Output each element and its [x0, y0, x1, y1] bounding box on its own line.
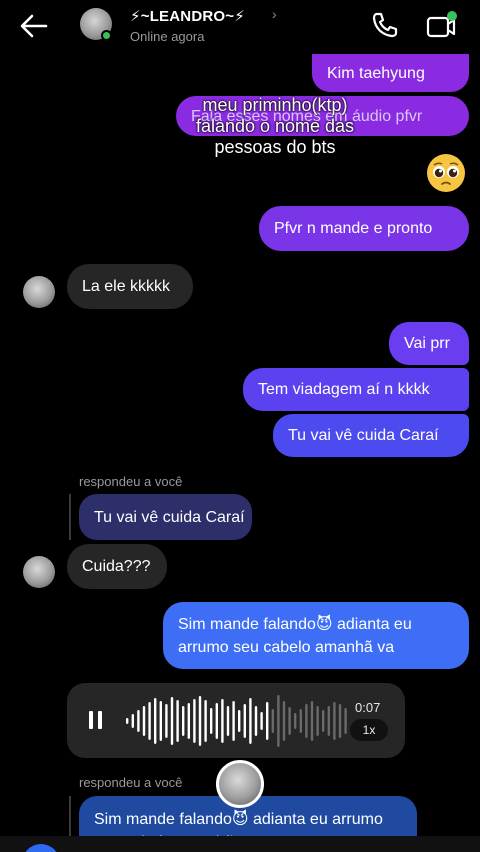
- waveform-bar: [226, 706, 230, 736]
- waveform-bar: [215, 703, 218, 739]
- waveform-bar: [182, 706, 185, 736]
- waveform-bar: [294, 713, 297, 729]
- reply-label: respondeu a você: [79, 474, 183, 489]
- reply-line: [69, 494, 71, 540]
- waveform-bar: [277, 695, 280, 747]
- message-outgoing[interactable]: Pfvr n mande e pronto: [259, 206, 469, 251]
- audio-message[interactable]: 0:07 1x: [67, 683, 405, 758]
- waveform-bar: [310, 701, 314, 741]
- waveform-bar: [165, 704, 168, 738]
- contact-avatar-small[interactable]: [23, 276, 55, 308]
- message-text: Tu vai vê cuida Caraí: [288, 427, 439, 444]
- waveform-bar: [148, 702, 151, 740]
- waveform-bar: [282, 701, 286, 741]
- caption-line: meu priminho(ktp): [202, 95, 348, 115]
- waveform-bar: [327, 706, 330, 736]
- waveform-bar: [305, 704, 308, 738]
- message-incoming[interactable]: Cuida???: [67, 544, 167, 589]
- online-indicator: [101, 30, 112, 41]
- waveform-bar: [243, 704, 246, 738]
- waveform-bar: [316, 706, 319, 736]
- caption-line: pessoas do bts: [214, 137, 336, 157]
- waveform-bar: [210, 708, 213, 734]
- reply-quote-text: Sim mande falando😈 adianta eu arrumo: [94, 811, 383, 828]
- waveform-bar: [271, 709, 274, 733]
- message-incoming[interactable]: La ele kkkkk: [67, 264, 193, 309]
- waveform-bar: [131, 714, 134, 728]
- pleading-face-emoji: [427, 154, 465, 192]
- waveform-bar: [344, 708, 347, 734]
- waveform-bar: [170, 697, 174, 745]
- message-text: Vai prr: [404, 335, 450, 352]
- waveform-bar: [221, 699, 224, 743]
- waveform-bar: [232, 701, 235, 741]
- message-outgoing[interactable]: Tu vai vê cuida Caraí: [273, 414, 469, 457]
- audio-waveform[interactable]: [122, 691, 352, 751]
- reply-label: respondeu a você: [79, 775, 183, 790]
- arrow-left-icon[interactable]: [18, 12, 50, 40]
- waveform-bar: [126, 718, 129, 724]
- waveform-bar: [142, 706, 146, 736]
- video-camera-icon[interactable]: [424, 10, 458, 40]
- waveform-bar: [288, 707, 291, 735]
- waveform-bar: [187, 703, 190, 739]
- message-text: Tem viadagem aí n kkkk: [258, 381, 430, 398]
- message-outgoing[interactable]: Vai prr: [389, 322, 469, 365]
- reply-quote[interactable]: Tu vai vê cuida Caraí: [79, 494, 252, 540]
- waveform-bar: [266, 702, 269, 740]
- pause-icon[interactable]: [89, 711, 103, 729]
- message-outgoing[interactable]: Tem viadagem aí n kkkk: [243, 368, 469, 411]
- message-text: Cuida???: [82, 558, 151, 575]
- waveform-bar: [322, 710, 325, 732]
- waveform-bar: [193, 699, 196, 743]
- message-text-line: Sim mande falando😈 adianta eu: [178, 615, 412, 633]
- waveform-bar: [137, 710, 140, 732]
- caption-line: falando o nome das: [195, 116, 355, 136]
- message-text: La ele kkkkk: [82, 278, 171, 295]
- waveform-bar: [338, 704, 342, 738]
- waveform-bar: [299, 709, 302, 733]
- message-text: Kim taehyung: [327, 64, 425, 82]
- contact-name[interactable]: ⚡~LEANDRO~⚡: [130, 7, 245, 25]
- seen-avatar: [216, 760, 264, 808]
- audio-duration: 0:07: [355, 700, 381, 715]
- message-outgoing[interactable]: Kim taehyung: [312, 54, 469, 92]
- message-text: Pfvr n mande e pronto: [274, 220, 433, 237]
- waveform-bar: [154, 698, 157, 744]
- chevron-right-icon[interactable]: ›: [272, 6, 277, 22]
- phone-icon[interactable]: [370, 10, 400, 40]
- waveform-bar: [333, 702, 336, 740]
- waveform-bar: [260, 712, 263, 730]
- waveform-bar: [176, 700, 179, 742]
- composer-bar: [0, 836, 480, 852]
- waveform-bar: [249, 698, 252, 744]
- waveform-bar: [254, 706, 258, 736]
- playback-speed-button[interactable]: 1x: [350, 719, 388, 741]
- online-status: Online agora: [130, 29, 205, 44]
- waveform-bar: [159, 701, 162, 741]
- message-text-line: arrumo seu cabelo amanhã va: [178, 638, 395, 656]
- contact-avatar-small[interactable]: [23, 556, 55, 588]
- chat-header: ⚡~LEANDRO~⚡ › Online agora: [0, 0, 480, 52]
- message-outgoing[interactable]: Sim mande falando😈 adianta eu arrumo seu…: [163, 602, 469, 669]
- waveform-bar: [198, 696, 202, 746]
- waveform-bar: [238, 710, 241, 732]
- video-caption: meu priminho(ktp) falando o nome das pes…: [160, 95, 390, 158]
- reply-quote-text: Tu vai vê cuida Caraí: [94, 508, 245, 526]
- waveform-bar: [204, 700, 207, 742]
